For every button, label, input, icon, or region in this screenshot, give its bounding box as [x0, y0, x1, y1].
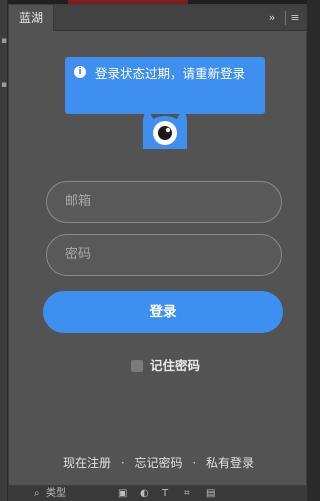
panel-menu-icon[interactable]: ≡ — [288, 5, 302, 31]
screen: ▪ ▪ 蓝湖 » ≡ i 登录状态过期，请重新登录 邮箱 密码 登录 记住密码 — [0, 0, 307, 501]
footer-separator: · — [120, 456, 125, 470]
remember-label: 记住密码 — [150, 358, 201, 373]
password-field[interactable]: 密码 — [46, 234, 282, 276]
forgot-password-link[interactable]: 忘记密码 — [134, 456, 182, 470]
remember-checkbox[interactable] — [131, 360, 143, 372]
search-icon[interactable]: ⌕ — [34, 486, 40, 501]
smart-object-filter-icon[interactable]: ▤ — [206, 486, 215, 501]
host-left-toolbar: ▪ ▪ — [0, 0, 8, 501]
host-tool-icon[interactable]: ▪ — [1, 80, 7, 90]
panel-tab-lanhu[interactable]: 蓝湖 — [9, 5, 55, 31]
image-filter-icon[interactable]: ▣ — [118, 486, 127, 501]
register-link[interactable]: 现在注册 — [63, 456, 111, 470]
type-filter-icon[interactable]: T — [162, 486, 168, 501]
host-tool-icon[interactable]: ▪ — [1, 36, 7, 46]
toast-message: 登录状态过期，请重新登录 — [95, 66, 246, 81]
info-icon: i — [74, 66, 86, 78]
header-divider — [285, 11, 286, 25]
email-field[interactable]: 邮箱 — [46, 181, 282, 223]
shape-filter-icon[interactable]: ⌗ — [184, 486, 190, 501]
login-button[interactable]: 登录 — [43, 291, 283, 333]
lanhu-plugin-panel: 蓝湖 » ≡ i 登录状态过期，请重新登录 邮箱 密码 登录 记住密码 现在注册… — [8, 4, 307, 486]
panel-header: 蓝湖 » ≡ — [9, 5, 306, 31]
adjustment-filter-icon[interactable]: ◐ — [140, 486, 149, 501]
footer-links: 现在注册 · 忘记密码 · 私有登录 — [9, 455, 308, 471]
collapse-panel-icon[interactable]: » — [264, 5, 280, 31]
lanhu-mascot-logo-icon — [143, 111, 187, 149]
private-login-link[interactable]: 私有登录 — [206, 456, 254, 470]
kind-filter-label[interactable]: 类型 — [46, 486, 66, 501]
host-bottom-toolbar: ⌕ 类型 ▣ ◐ T ⌗ ▤ — [8, 486, 307, 501]
footer-separator: · — [192, 456, 197, 470]
session-expired-toast: i 登录状态过期，请重新登录 — [65, 57, 265, 114]
